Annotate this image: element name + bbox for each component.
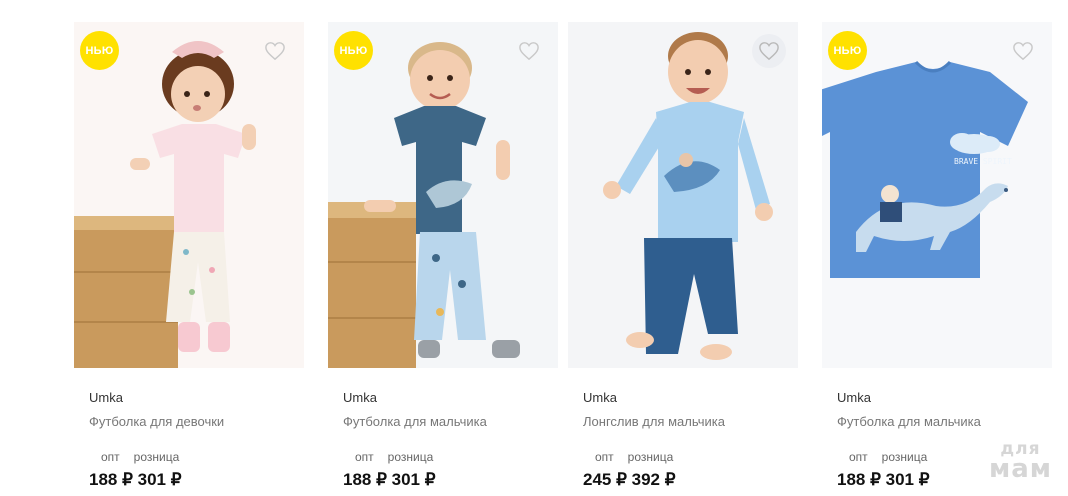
- retail-label: розница: [133, 450, 180, 464]
- product-photo[interactable]: НЬЮ BRAVE SPIRIT: [822, 22, 1052, 368]
- favorite-button[interactable]: [258, 34, 292, 68]
- product-card[interactable]: НЬЮ: [74, 22, 304, 489]
- boy-navy-tshirt-photo: [328, 42, 520, 368]
- heart-icon: [265, 42, 285, 61]
- heart-icon: [1013, 42, 1033, 61]
- wholesale-label: опт: [355, 450, 374, 464]
- product-title[interactable]: Футболка для мальчика: [343, 414, 487, 429]
- site-watermark: для мам: [988, 441, 1052, 485]
- new-badge: НЬЮ: [334, 31, 373, 70]
- new-badge: НЬЮ: [828, 31, 867, 70]
- product-card[interactable]: НЬЮ BRAVE SPIRIT Umka Футболка для мальч…: [822, 22, 1052, 489]
- wholesale-label: опт: [101, 450, 120, 464]
- product-brand[interactable]: Umka: [343, 390, 377, 405]
- favorite-button[interactable]: [512, 34, 546, 68]
- boy-blue-longsleeve-photo: [603, 32, 773, 360]
- brave-spirit-print: BRAVE SPIRIT: [954, 157, 1012, 166]
- product-title[interactable]: Лонгслив для мальчика: [583, 414, 725, 429]
- price-labels: опт розница: [101, 450, 179, 464]
- product-title[interactable]: Футболка для девочки: [89, 414, 224, 429]
- product-photo[interactable]: НЬЮ: [74, 22, 304, 368]
- product-prices: 245 ₽ 392 ₽: [583, 470, 676, 489]
- price-labels: опт розница: [595, 450, 673, 464]
- girl-pink-tshirt-photo: [74, 41, 256, 368]
- product-prices: 188 ₽ 301 ₽: [837, 470, 930, 489]
- blue-tshirt-product-photo: BRAVE SPIRIT: [822, 60, 1028, 278]
- favorite-button[interactable]: [752, 34, 786, 68]
- new-badge: НЬЮ: [80, 31, 119, 70]
- product-card[interactable]: Umka Лонгслив для мальчика опт розница 24…: [568, 22, 798, 489]
- product-photo[interactable]: НЬЮ: [328, 22, 558, 368]
- product-brand[interactable]: Umka: [583, 390, 617, 405]
- product-title[interactable]: Футболка для мальчика: [837, 414, 981, 429]
- watermark-line-2: мам: [988, 454, 1052, 485]
- price-labels: опт розница: [849, 450, 927, 464]
- product-prices: 188 ₽ 301 ₽: [89, 470, 182, 489]
- product-grid: НЬЮ Umka Футболка для девочки опт розниц…: [0, 0, 1068, 496]
- product-prices: 188 ₽ 301 ₽: [343, 470, 436, 489]
- heart-icon: [519, 42, 539, 61]
- wholesale-label: опт: [849, 450, 868, 464]
- wholesale-label: опт: [595, 450, 614, 464]
- price-labels: опт розница: [355, 450, 433, 464]
- retail-label: розница: [627, 450, 674, 464]
- favorite-button[interactable]: [1006, 34, 1040, 68]
- product-photo[interactable]: [568, 22, 798, 368]
- retail-label: розница: [387, 450, 434, 464]
- product-brand[interactable]: Umka: [89, 390, 123, 405]
- product-brand[interactable]: Umka: [837, 390, 871, 405]
- heart-icon: [759, 42, 779, 61]
- product-card[interactable]: НЬЮ: [328, 22, 558, 489]
- retail-label: розница: [881, 450, 928, 464]
